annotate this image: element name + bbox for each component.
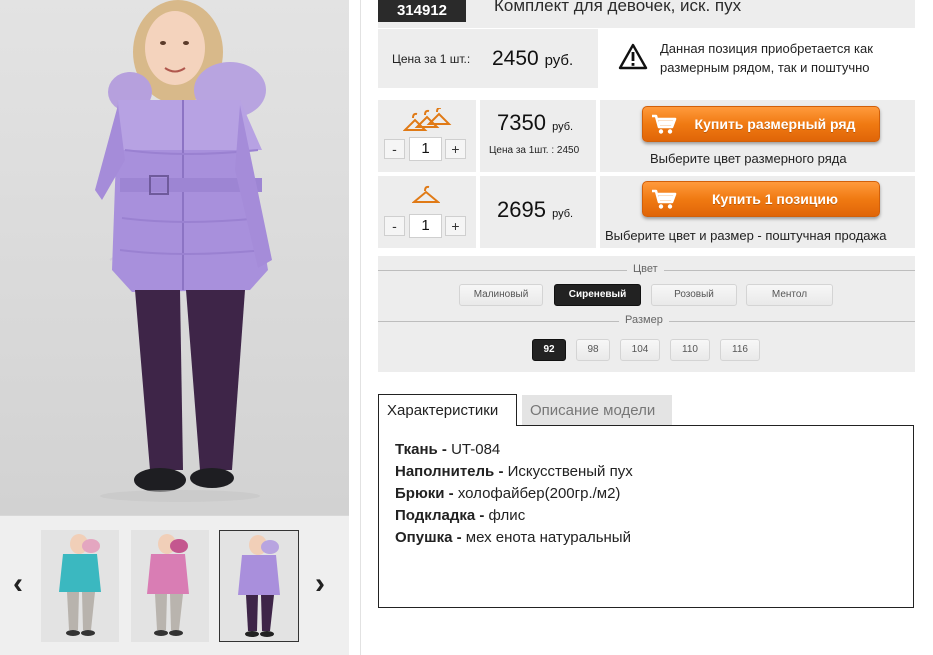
chevron-right-icon[interactable]: ›	[310, 567, 330, 601]
main-product-photo	[0, 0, 349, 515]
sku-badge: 314912	[378, 0, 466, 22]
spec-row: Подкладка - флис	[395, 507, 525, 524]
spec-name: Опушка -	[395, 529, 462, 546]
size-heading: Размер	[619, 314, 669, 326]
product-page: ‹ › 314912 Комплект для девочек, иск. пу…	[0, 0, 933, 655]
buy-size-set-label: Купить размерный ряд	[694, 116, 856, 132]
size-option-92[interactable]: 92	[532, 339, 566, 361]
hangers-set-icon	[403, 108, 452, 131]
color-option-malinovy[interactable]: Малиновый	[459, 284, 543, 306]
girl-lilac-jacket-thumb	[220, 531, 298, 641]
buy-single-label: Купить 1 позицию	[712, 191, 838, 207]
product-title: Комплект для девочек, иск. пух	[494, 0, 742, 15]
thumbnail-teal[interactable]	[41, 530, 119, 642]
single-hint: Выберите цвет и размер - поштучная прода…	[605, 228, 887, 243]
tab-description[interactable]: Описание модели	[522, 395, 672, 427]
size-option-98[interactable]: 98	[576, 339, 610, 361]
chevron-left-icon[interactable]: ‹	[8, 567, 28, 601]
spec-name: Брюки -	[395, 485, 454, 502]
unit-price: 2450 руб.	[492, 47, 573, 71]
color-option-sirenevy[interactable]: Сиреневый	[554, 284, 641, 306]
spec-name: Ткань -	[395, 441, 447, 458]
cart-icon	[652, 189, 677, 209]
thumbnail-pink[interactable]	[131, 530, 209, 642]
column-divider	[360, 0, 361, 655]
size-set-price-value: 7350	[497, 110, 546, 135]
size-set-price-currency: руб.	[552, 121, 574, 133]
buy-size-set-button[interactable]: Купить размерный ряд	[642, 106, 880, 142]
color-heading: Цвет	[627, 263, 664, 275]
size-option-104[interactable]: 104	[620, 339, 660, 361]
size-option-110[interactable]: 110	[670, 339, 710, 361]
tab-characteristics[interactable]: Характеристики	[378, 394, 517, 426]
girl-pink-jacket-thumb	[131, 530, 209, 642]
color-option-rozovy[interactable]: Розовый	[651, 284, 737, 306]
spec-value: мех енота натуральный	[465, 529, 631, 546]
buy-single-button[interactable]: Купить 1 позицию	[642, 181, 880, 217]
size-option-116[interactable]: 116	[720, 339, 760, 361]
unit-price-value: 2450	[492, 47, 539, 70]
single-qty-plus[interactable]: +	[445, 216, 466, 236]
girl-teal-jacket-thumb	[41, 530, 119, 642]
spec-value: Искусственый пух	[507, 463, 633, 480]
warning-icon	[618, 43, 648, 70]
spec-row: Ткань - UT-084	[395, 441, 500, 458]
spec-value: холофайбер(200гр./м2)	[457, 485, 621, 502]
spec-row: Наполнитель - Искусственый пух	[395, 463, 633, 480]
spec-row: Брюки - холофайбер(200гр./м2)	[395, 485, 620, 502]
single-qty-minus[interactable]: -	[384, 216, 405, 236]
single-qty-input[interactable]: 1	[409, 214, 442, 238]
spec-value: UT-084	[451, 441, 501, 458]
hanger-icon	[412, 185, 440, 203]
color-option-mentol[interactable]: Ментол	[746, 284, 833, 306]
single-price: 2695 руб.	[497, 197, 573, 223]
size-set-qty-input[interactable]: 1	[409, 137, 442, 161]
unit-price-label: Цена за 1 шт.:	[392, 52, 471, 66]
purchase-notice-text: Данная позиция приобретается как размерн…	[660, 41, 873, 75]
girl-in-lilac-jacket-image	[95, 0, 272, 502]
spec-row: Опушка - мех енота натуральный	[395, 529, 631, 546]
cart-icon	[652, 114, 677, 134]
spec-name: Подкладка -	[395, 507, 485, 524]
size-set-price: 7350 руб.	[497, 110, 573, 136]
size-set-qty-plus[interactable]: +	[445, 139, 466, 159]
size-set-qty-minus[interactable]: -	[384, 139, 405, 159]
single-price-currency: руб.	[552, 208, 574, 220]
spec-name: Наполнитель -	[395, 463, 504, 480]
size-set-hint: Выберите цвет размерного ряда	[650, 151, 847, 166]
single-price-value: 2695	[497, 197, 546, 222]
unit-price-currency: руб.	[544, 52, 574, 69]
thumbnail-lilac-selected[interactable]	[219, 530, 299, 642]
spec-value: флис	[488, 507, 526, 524]
size-set-per-unit-note: Цена за 1шт. : 2450	[489, 145, 580, 156]
